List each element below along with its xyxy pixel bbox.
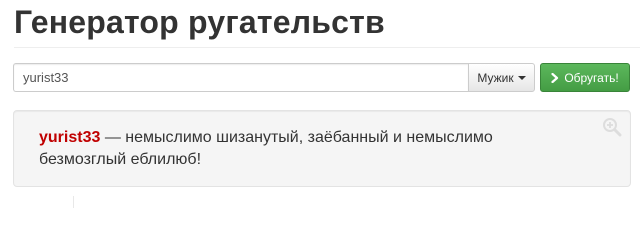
page-title: Генератор ругательств [14, 4, 385, 40]
name-input[interactable] [13, 63, 468, 92]
gender-dropdown[interactable]: Мужик [468, 63, 535, 92]
zoom-in-icon[interactable] [602, 117, 622, 137]
insult-button-label: Обругать! [564, 70, 619, 85]
caret-down-icon [517, 76, 526, 80]
result-name: yurist33 [39, 129, 101, 146]
insult-form: Мужик [13, 63, 535, 92]
title-divider [14, 47, 640, 48]
result-insult: — немыслимо шизанутый, заёбанный и немыс… [39, 129, 493, 168]
result-panel: yurist33 — немыслимо шизанутый, заёбанны… [13, 110, 631, 187]
insult-button[interactable]: Обругать! [540, 63, 630, 92]
divider-mark [73, 196, 74, 208]
gender-dropdown-label: Мужик [477, 70, 514, 85]
result-text: yurist33 — немыслимо шизанутый, заёбанны… [39, 127, 579, 171]
chevron-right-icon [551, 72, 559, 83]
